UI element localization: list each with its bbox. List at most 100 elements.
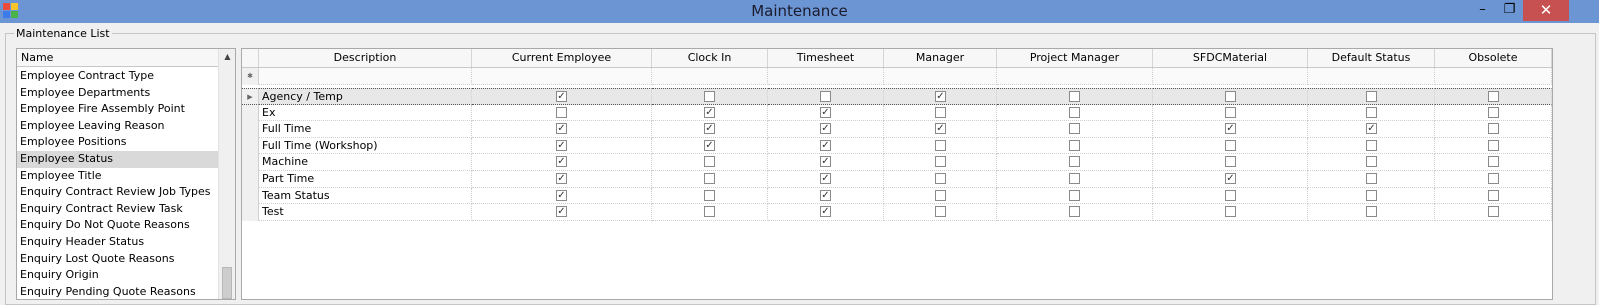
list-item[interactable]: Employee Status [17,150,218,168]
unchecked-checkbox[interactable] [1366,106,1377,118]
list-item[interactable]: Employee Fire Assembly Point [17,101,218,118]
checked-checkbox[interactable] [556,139,567,151]
checked-checkbox[interactable] [820,173,831,184]
checked-checkbox[interactable] [556,206,567,218]
row-pointer-icon[interactable]: ▶ [242,88,259,105]
new-row-cell[interactable] [768,68,884,85]
checked-checkbox[interactable] [1225,123,1236,135]
checked-checkbox[interactable] [1366,123,1377,135]
new-row-cell[interactable] [472,68,652,85]
description-cell[interactable]: Team Status [259,187,472,205]
column-header[interactable]: Description [259,49,472,67]
list-item[interactable]: Employee Leaving Reason [17,118,218,135]
table-row[interactable]: Full Time [242,121,1552,138]
unchecked-checkbox[interactable] [935,106,946,118]
close-button[interactable]: ✕ [1523,0,1569,21]
unchecked-checkbox[interactable] [1225,189,1236,201]
table-row[interactable]: Team Status [242,187,1552,205]
unchecked-checkbox[interactable] [820,91,831,102]
checked-checkbox[interactable] [556,91,567,102]
unchecked-checkbox[interactable] [1069,173,1080,184]
unchecked-checkbox[interactable] [1069,91,1080,102]
checked-checkbox[interactable] [820,139,831,151]
new-row-cell[interactable] [259,68,472,85]
unchecked-checkbox[interactable] [1069,189,1080,201]
column-header[interactable]: Timesheet [768,49,884,67]
minimize-button[interactable]: – [1469,0,1496,21]
checked-checkbox[interactable] [820,156,831,168]
list-item[interactable]: Enquiry Contract Review Task [17,201,218,218]
description-cell[interactable]: Full Time [259,121,472,138]
unchecked-checkbox[interactable] [1488,156,1499,168]
checked-checkbox[interactable] [556,156,567,168]
checked-checkbox[interactable] [820,206,831,218]
unchecked-checkbox[interactable] [1488,173,1499,184]
description-cell[interactable]: Test [259,204,472,221]
column-header[interactable]: Manager [884,49,997,67]
list-item[interactable]: Employee Departments [17,85,218,102]
checked-checkbox[interactable] [704,106,715,118]
unchecked-checkbox[interactable] [1366,189,1377,201]
unchecked-checkbox[interactable] [1069,206,1080,218]
column-header[interactable]: SFDCMaterial [1153,49,1308,67]
unchecked-checkbox[interactable] [1366,206,1377,218]
row-header[interactable] [242,154,259,171]
scroll-up-icon[interactable]: ▲ [219,49,235,66]
unchecked-checkbox[interactable] [1366,156,1377,168]
column-header[interactable]: Project Manager [997,49,1153,67]
unchecked-checkbox[interactable] [1488,206,1499,218]
unchecked-checkbox[interactable] [1225,156,1236,168]
new-row-cell[interactable] [884,68,997,85]
list-item[interactable]: Enquiry Do Not Quote Reasons [17,217,218,234]
description-cell[interactable]: Full Time (Workshop) [259,137,472,155]
unchecked-checkbox[interactable] [1488,189,1499,201]
list-header-name[interactable]: Name [17,49,218,67]
checked-checkbox[interactable] [556,173,567,184]
unchecked-checkbox[interactable] [1488,139,1499,151]
unchecked-checkbox[interactable] [704,173,715,184]
unchecked-checkbox[interactable] [1069,106,1080,118]
description-cell[interactable]: Machine [259,154,472,171]
new-row-cell[interactable] [997,68,1153,85]
description-cell[interactable]: Agency / Temp [259,88,472,105]
row-header[interactable] [242,137,259,155]
unchecked-checkbox[interactable] [935,139,946,151]
new-row-cell[interactable] [1153,68,1308,85]
table-row[interactable]: Test [242,204,1552,221]
unchecked-checkbox[interactable] [1069,123,1080,135]
column-header[interactable]: Obsolete [1435,49,1552,67]
unchecked-checkbox[interactable] [1225,206,1236,218]
column-header[interactable]: Default Status [1308,49,1435,67]
column-header[interactable]: Current Employee [472,49,652,67]
checked-checkbox[interactable] [556,123,567,135]
checked-checkbox[interactable] [1225,173,1236,184]
list-item[interactable]: Enquiry Lost Quote Reasons [17,251,218,268]
new-row-cell[interactable] [1308,68,1435,85]
scroll-thumb[interactable] [222,267,232,299]
unchecked-checkbox[interactable] [935,206,946,218]
description-cell[interactable]: Ex [259,104,472,122]
unchecked-checkbox[interactable] [1366,91,1377,102]
unchecked-checkbox[interactable] [1488,91,1499,102]
checked-checkbox[interactable] [704,123,715,135]
unchecked-checkbox[interactable] [1225,139,1236,151]
checked-checkbox[interactable] [704,139,715,151]
checked-checkbox[interactable] [820,123,831,135]
row-header[interactable] [242,204,259,221]
table-row[interactable]: Part Time [242,171,1552,188]
column-header[interactable]: Clock In [652,49,768,67]
unchecked-checkbox[interactable] [1488,106,1499,118]
checked-checkbox[interactable] [935,123,946,135]
unchecked-checkbox[interactable] [1488,123,1499,135]
unchecked-checkbox[interactable] [1225,106,1236,118]
list-item[interactable]: Employee Contract Type [17,68,218,85]
unchecked-checkbox[interactable] [935,173,946,184]
checked-checkbox[interactable] [820,106,831,118]
unchecked-checkbox[interactable] [1366,139,1377,151]
list-item[interactable]: Enquiry Contract Review Job Types [17,184,218,201]
maintenance-name-list[interactable]: Name Employee Contract Type Employee Depa… [16,48,236,300]
unchecked-checkbox[interactable] [704,189,715,201]
row-header-corner[interactable] [242,49,259,67]
unchecked-checkbox[interactable] [704,156,715,168]
row-header[interactable] [242,104,259,122]
